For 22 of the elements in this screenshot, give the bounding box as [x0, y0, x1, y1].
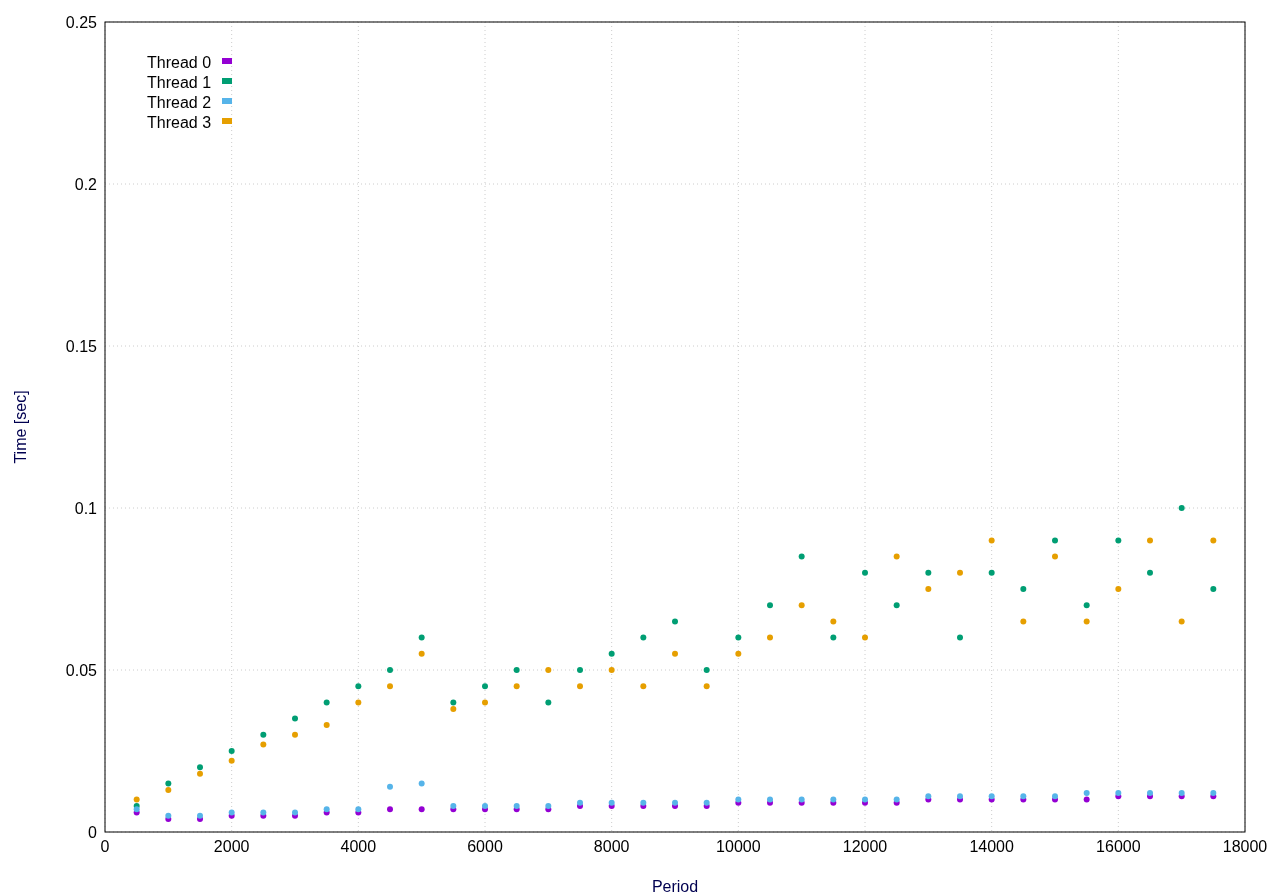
- legend-label: Thread 3: [147, 114, 212, 131]
- legend-label: Thread 0: [147, 54, 212, 71]
- y-tick-label: 0: [88, 824, 97, 841]
- y-tick-label: 0.2: [74, 176, 97, 193]
- y-tick-label: 0.15: [65, 338, 97, 355]
- x-tick-label: 4000: [340, 838, 377, 855]
- y-tick-label: 0.05: [65, 662, 97, 679]
- x-tick-label: 2000: [213, 838, 250, 855]
- x-tick-label: 14000: [969, 838, 1014, 855]
- y-axis-label: Time [sec]: [12, 390, 29, 464]
- x-axis-label: Period: [651, 878, 699, 895]
- legend-label: Thread 2: [147, 94, 212, 111]
- x-tick-label: 8000: [593, 838, 630, 855]
- x-tick-label: 6000: [467, 838, 503, 855]
- x-tick-label: 16000: [1096, 838, 1141, 855]
- y-tick-label: 0.1: [74, 500, 97, 517]
- x-tick-label: 0: [100, 838, 110, 855]
- y-tick-label: 0.25: [65, 14, 97, 31]
- legend-label: Thread 1: [147, 74, 212, 91]
- x-tick-label: 10000: [716, 838, 761, 855]
- x-tick-label: 12000: [842, 838, 888, 855]
- x-tick-label: 18000: [1222, 838, 1268, 855]
